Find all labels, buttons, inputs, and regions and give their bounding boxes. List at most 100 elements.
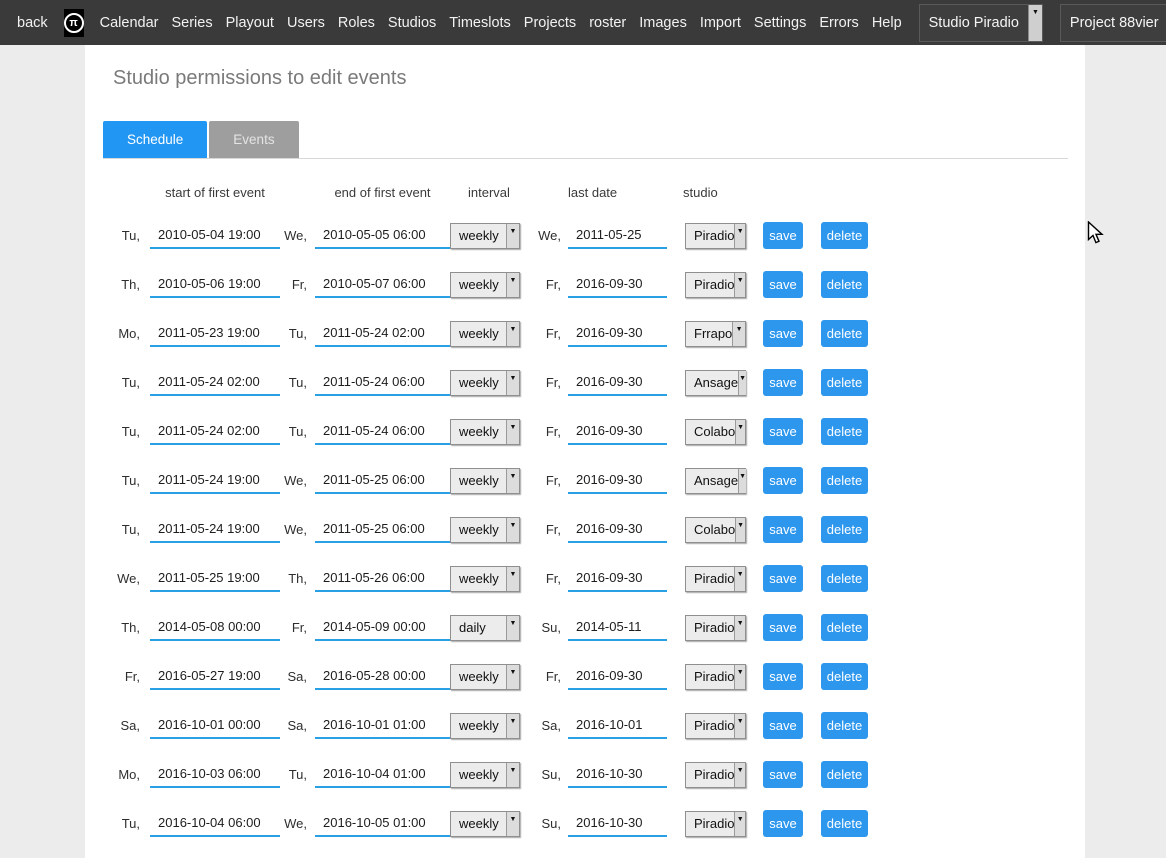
chevron-down-icon[interactable]: ▼ <box>506 469 519 493</box>
chevron-down-icon[interactable]: ▼ <box>506 812 519 836</box>
chevron-down-icon[interactable]: ▼ <box>506 420 519 444</box>
last-date-input[interactable] <box>568 664 667 690</box>
nav-item-roster[interactable]: roster <box>589 15 626 31</box>
delete-button[interactable]: delete <box>821 418 868 445</box>
last-date-input[interactable] <box>568 272 667 298</box>
end-input[interactable] <box>315 321 450 347</box>
nav-item-studios[interactable]: Studios <box>388 15 436 31</box>
delete-button[interactable]: delete <box>821 712 868 739</box>
end-input[interactable] <box>315 811 450 837</box>
start-input[interactable] <box>150 664 280 690</box>
end-input[interactable] <box>315 468 450 494</box>
nav-item-users[interactable]: Users <box>287 15 325 31</box>
delete-button[interactable]: delete <box>821 565 868 592</box>
end-input[interactable] <box>315 370 450 396</box>
chevron-down-icon[interactable]: ▼ <box>734 616 745 640</box>
nav-item-timeslots[interactable]: Timeslots <box>449 15 511 31</box>
end-input[interactable] <box>315 223 450 249</box>
last-date-input[interactable] <box>568 517 667 543</box>
interval-select[interactable]: weekly ▼ <box>450 370 520 396</box>
interval-select[interactable]: weekly ▼ <box>450 517 520 543</box>
start-input[interactable] <box>150 272 280 298</box>
interval-select[interactable]: weekly ▼ <box>450 664 520 690</box>
studio-select[interactable]: Frrapo ▼ <box>685 321 746 347</box>
last-date-input[interactable] <box>568 615 667 641</box>
save-button[interactable]: save <box>763 467 803 494</box>
last-date-input[interactable] <box>568 223 667 249</box>
chevron-down-icon[interactable]: ▼ <box>734 763 745 787</box>
delete-button[interactable]: delete <box>821 810 868 837</box>
interval-select[interactable]: daily ▼ <box>450 615 520 641</box>
start-input[interactable] <box>150 223 280 249</box>
delete-button[interactable]: delete <box>821 369 868 396</box>
start-input[interactable] <box>150 321 280 347</box>
studio-select[interactable]: Piradio ▼ <box>685 223 746 249</box>
last-date-input[interactable] <box>568 811 667 837</box>
save-button[interactable]: save <box>763 565 803 592</box>
chevron-down-icon[interactable]: ▼ <box>735 518 745 542</box>
chevron-down-icon[interactable]: ▼ <box>738 371 746 395</box>
start-input[interactable] <box>150 811 280 837</box>
studio-select[interactable]: Piradio ▼ <box>685 566 746 592</box>
end-input[interactable] <box>315 615 450 641</box>
delete-button[interactable]: delete <box>821 467 868 494</box>
chevron-down-icon[interactable]: ▼ <box>734 273 745 297</box>
end-input[interactable] <box>315 713 450 739</box>
interval-select[interactable]: weekly ▼ <box>450 419 520 445</box>
end-input[interactable] <box>315 517 450 543</box>
last-date-input[interactable] <box>568 566 667 592</box>
chevron-down-icon[interactable]: ▼ <box>1028 5 1042 41</box>
start-input[interactable] <box>150 419 280 445</box>
interval-select[interactable]: weekly ▼ <box>450 811 520 837</box>
chevron-down-icon[interactable]: ▼ <box>506 322 519 346</box>
chevron-down-icon[interactable]: ▼ <box>506 371 519 395</box>
chevron-down-icon[interactable]: ▼ <box>506 273 519 297</box>
interval-select[interactable]: weekly ▼ <box>450 223 520 249</box>
start-input[interactable] <box>150 468 280 494</box>
save-button[interactable]: save <box>763 614 803 641</box>
chevron-down-icon[interactable]: ▼ <box>506 665 519 689</box>
piradio-logo-icon[interactable]: π <box>64 9 84 37</box>
save-button[interactable]: save <box>763 761 803 788</box>
nav-item-roles[interactable]: Roles <box>338 15 375 31</box>
last-date-input[interactable] <box>568 419 667 445</box>
studio-select[interactable]: Piradio ▼ <box>685 762 746 788</box>
chevron-down-icon[interactable]: ▼ <box>738 469 746 493</box>
delete-button[interactable]: delete <box>821 320 868 347</box>
nav-item-calendar[interactable]: Calendar <box>100 15 159 31</box>
studio-select[interactable]: Colabo ▼ <box>685 517 746 543</box>
end-input[interactable] <box>315 272 450 298</box>
nav-item-playout[interactable]: Playout <box>226 15 274 31</box>
last-date-input[interactable] <box>568 713 667 739</box>
save-button[interactable]: save <box>763 810 803 837</box>
chevron-down-icon[interactable]: ▼ <box>734 714 745 738</box>
studio-select[interactable]: Ansage ▼ <box>685 468 746 494</box>
end-input[interactable] <box>315 762 450 788</box>
tab-schedule[interactable]: Schedule <box>103 121 207 158</box>
studio-select[interactable]: Piradio ▼ <box>685 664 746 690</box>
studio-select[interactable]: Colabo ▼ <box>685 419 746 445</box>
interval-select[interactable]: weekly ▼ <box>450 566 520 592</box>
chevron-down-icon[interactable]: ▼ <box>506 763 519 787</box>
delete-button[interactable]: delete <box>821 761 868 788</box>
chevron-down-icon[interactable]: ▼ <box>734 567 745 591</box>
chevron-down-icon[interactable]: ▼ <box>506 714 519 738</box>
nav-item-series[interactable]: Series <box>171 15 212 31</box>
save-button[interactable]: save <box>763 663 803 690</box>
interval-select[interactable]: weekly ▼ <box>450 468 520 494</box>
delete-button[interactable]: delete <box>821 614 868 641</box>
chevron-down-icon[interactable]: ▼ <box>506 567 519 591</box>
chevron-down-icon[interactable]: ▼ <box>506 224 519 248</box>
nav-item-help[interactable]: Help <box>872 15 902 31</box>
end-input[interactable] <box>315 664 450 690</box>
delete-button[interactable]: delete <box>821 516 868 543</box>
last-date-input[interactable] <box>568 321 667 347</box>
save-button[interactable]: save <box>763 320 803 347</box>
save-button[interactable]: save <box>763 271 803 298</box>
chevron-down-icon[interactable]: ▼ <box>506 518 519 542</box>
end-input[interactable] <box>315 419 450 445</box>
studio-select[interactable]: Piradio ▼ <box>685 615 746 641</box>
chevron-down-icon[interactable]: ▼ <box>732 322 745 346</box>
project-dropdown[interactable]: Project 88vier ▼ <box>1060 4 1166 42</box>
start-input[interactable] <box>150 615 280 641</box>
